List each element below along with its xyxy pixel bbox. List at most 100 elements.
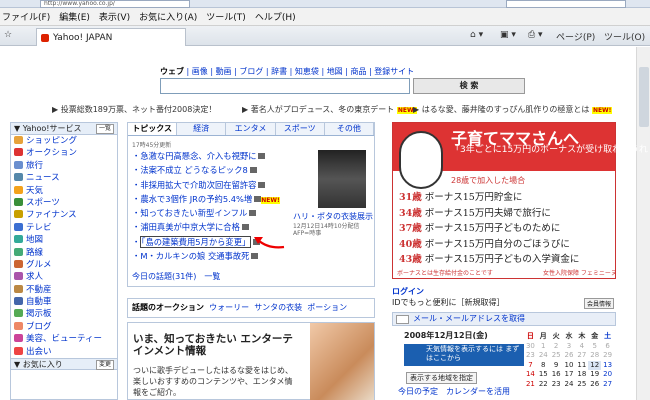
calendar-day[interactable]: 19	[588, 370, 601, 380]
sidebar-item[interactable]: 掲示板	[11, 308, 117, 320]
sidebar-item[interactable]: 自動車	[11, 296, 117, 308]
calendar-day[interactable]: 4	[575, 342, 588, 352]
calendar-day[interactable]: 13	[601, 361, 614, 371]
calendar-day[interactable]: 24	[563, 380, 576, 390]
calendar-day[interactable]: 11	[575, 361, 588, 371]
sidebar-item[interactable]: ショッピング	[11, 135, 117, 147]
search-tab-images[interactable]: 画像	[192, 67, 208, 76]
calendar-day[interactable]: 28	[588, 351, 601, 361]
favorites-edit-button[interactable]: 変更	[95, 360, 114, 371]
tab-sports[interactable]: スポーツ	[275, 123, 325, 135]
calendar-day[interactable]: 1	[537, 342, 550, 352]
calendar-day[interactable]: 16	[550, 370, 563, 380]
search-tab-blog[interactable]: ブログ	[239, 67, 263, 76]
calendar-day[interactable]: 29	[601, 351, 614, 361]
calendar-day[interactable]: 20	[601, 370, 614, 380]
sidebar-item[interactable]: ファイナンス	[11, 209, 117, 221]
news-item[interactable]: ・M・カルキンの娘 交通事故死	[132, 250, 284, 264]
mail-link[interactable]: メール・メールアドレスを取得	[392, 312, 616, 326]
sidebar-item[interactable]: 路線	[11, 247, 117, 259]
news-photo-caption[interactable]: ハリ・ポタの衣装展示	[293, 211, 373, 222]
sidebar-item[interactable]: テレビ	[11, 222, 117, 234]
search-tab-video[interactable]: 動画	[216, 67, 232, 76]
calendar-day[interactable]: 10	[563, 361, 576, 371]
sidebar-item[interactable]: グルメ	[11, 259, 117, 271]
sidebar-item[interactable]: 地図	[11, 234, 117, 246]
menu-help[interactable]: ヘルプ(H)	[255, 10, 296, 23]
scrollbar-thumb[interactable]	[639, 67, 649, 127]
sidebar-item[interactable]: 求人	[11, 271, 117, 283]
sidebar-item[interactable]: 天気	[11, 185, 117, 197]
search-tab-sites[interactable]: 登録サイト	[374, 67, 414, 76]
calendar-day[interactable]: 23	[524, 351, 537, 361]
feed-icon[interactable]: ▣ ▾	[500, 30, 516, 40]
tab-yahoo[interactable]: Yahoo! JAPAN	[36, 28, 186, 46]
auction-link-2[interactable]: サンタの衣装	[254, 303, 302, 312]
calendar-day[interactable]: 3	[563, 342, 576, 352]
tab-other[interactable]: その他	[324, 123, 375, 135]
today-schedule-link[interactable]: 今日の予定 カレンダーを活用	[398, 386, 510, 397]
search-button[interactable]: 検 索	[413, 78, 525, 94]
sidebar-item[interactable]: 不動産	[11, 284, 117, 296]
search-tab-products[interactable]: 商品	[350, 67, 366, 76]
auction-link-3[interactable]: ポーション	[307, 303, 347, 312]
home-icon[interactable]: ⌂ ▾	[470, 30, 483, 40]
page-menu[interactable]: ページ(P)	[556, 30, 595, 43]
sidebar-item[interactable]: 旅行	[11, 160, 117, 172]
login-link[interactable]: ログイン	[392, 286, 616, 297]
news-item[interactable]: ・法案不成立 どうなるピック8	[132, 164, 284, 178]
calendar-day[interactable]: 15	[537, 370, 550, 380]
calendar-day[interactable]: 7	[524, 361, 537, 371]
favorites-star-icon[interactable]: ☆	[4, 30, 12, 40]
search-input[interactable]	[160, 78, 410, 94]
calendar-day[interactable]: 18	[575, 370, 588, 380]
sidebar-item[interactable]: スポーツ	[11, 197, 117, 209]
calendar-day[interactable]: 26	[563, 351, 576, 361]
news-item[interactable]: ・非採用拡大で介助次回在留許容	[132, 179, 284, 193]
menu-favorites[interactable]: お気に入り(A)	[139, 10, 197, 23]
menu-tools[interactable]: ツール(T)	[206, 10, 246, 23]
calendar-day[interactable]: 25	[550, 351, 563, 361]
news-more-link[interactable]: 今日の話題(31件) 一覧	[132, 271, 220, 282]
tab-topics[interactable]: トピックス	[128, 123, 178, 135]
sidebar-item[interactable]: 出会い	[11, 346, 117, 358]
news-photo[interactable]	[318, 150, 366, 208]
calendar-day[interactable]: 27	[601, 380, 614, 390]
url-input[interactable]: http://www.yahoo.co.jp/	[40, 0, 190, 8]
menu-view[interactable]: 表示(V)	[99, 10, 130, 23]
entertainment-photo[interactable]	[310, 323, 374, 400]
weather-setup-banner[interactable]: 天気情報を表示するには まずはここから	[404, 344, 524, 366]
sidebar-item[interactable]: ニュース	[11, 172, 117, 184]
search-tab-chiebukuro[interactable]: 知恵袋	[295, 67, 319, 76]
print-icon[interactable]: ⎙ ▾	[528, 30, 543, 40]
calendar-day[interactable]: 9	[550, 361, 563, 371]
sidebar-item[interactable]: 美容、ビューティー	[11, 333, 117, 345]
calendar-day[interactable]: 12	[588, 360, 602, 370]
weather-region-button[interactable]: 表示する地域を指定	[406, 372, 477, 384]
vertical-scrollbar[interactable]	[636, 47, 650, 400]
search-tab-dictionary[interactable]: 辞書	[271, 67, 287, 76]
browser-search-input[interactable]	[506, 0, 626, 8]
calendar-day[interactable]: 8	[537, 361, 550, 371]
search-tab-web[interactable]: ウェブ	[160, 67, 184, 76]
notice-link-1[interactable]: ▶ 投票総数189万票、ネット番付2008決定！	[52, 104, 216, 115]
tab-entertainment[interactable]: エンタメ	[226, 123, 276, 135]
services-list-button[interactable]: 一覧	[95, 124, 114, 134]
auction-link-1[interactable]: ウォーリー	[209, 303, 249, 312]
sidebar-item[interactable]: ブログ	[11, 321, 117, 333]
login-register-text[interactable]: IDでもっと便利に［新規取得］	[392, 297, 616, 308]
tools-menu[interactable]: ツール(O)	[604, 30, 645, 43]
calendar-day[interactable]: 5	[588, 342, 601, 352]
calendar-day[interactable]: 24	[537, 351, 550, 361]
member-info-button[interactable]: 会員情報	[583, 298, 614, 309]
search-tab-map[interactable]: 地図	[327, 67, 343, 76]
calendar-day[interactable]: 14	[524, 370, 537, 380]
calendar-day[interactable]: 21	[524, 380, 537, 390]
notice-link-2[interactable]: ▶ 著名人がプロデュース、冬の東京デート NEW!	[242, 104, 418, 115]
news-item[interactable]: ・知っておきたい新型インフル	[132, 207, 284, 221]
calendar-day[interactable]: 23	[550, 380, 563, 390]
calendar-day[interactable]: 25	[575, 380, 588, 390]
insurance-ad-banner[interactable]: 子育てママさんへ 「3年ごとに15万円のボーナスが受け取れてうれしい。」 28歳…	[392, 122, 650, 279]
calendar-day[interactable]: 6	[601, 342, 614, 352]
sidebar-item[interactable]: オークション	[11, 147, 117, 159]
